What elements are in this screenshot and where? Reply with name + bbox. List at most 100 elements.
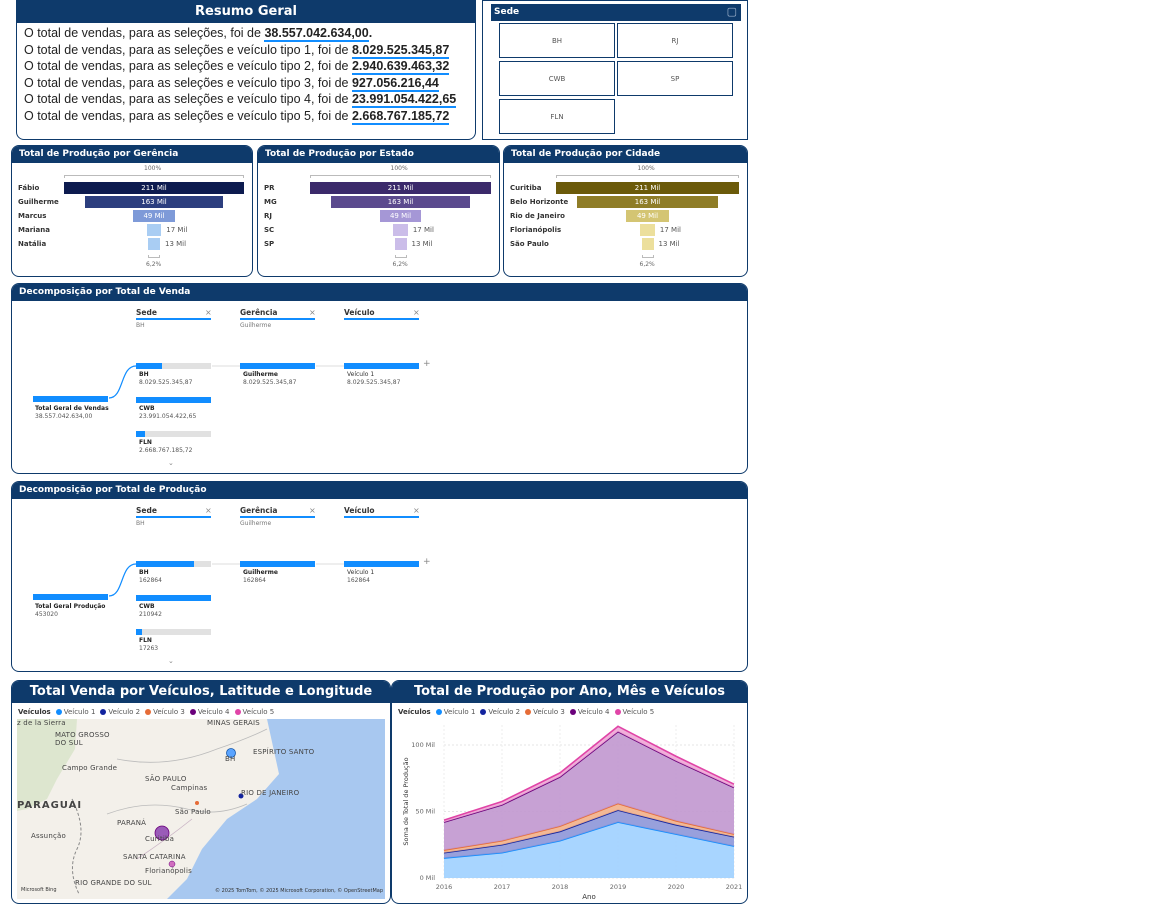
funnel-bar[interactable] (641, 238, 654, 250)
funnel-category-label: SC (264, 226, 275, 234)
decomp-root-value: 38.557.042.634,00 (35, 413, 93, 420)
funnel-bar[interactable] (146, 224, 162, 236)
decomp-node-fill (136, 561, 195, 567)
decomp-node-label: CWB (139, 603, 155, 610)
clear-filter-icon[interactable]: ▢ (727, 5, 737, 18)
connector-line (108, 563, 137, 597)
funnel-category-label: SP (264, 240, 275, 248)
map-legend: Veículos Veículo 1 Veículo 2 Veículo 3 Veícu… (18, 708, 274, 716)
add-level-icon[interactable]: + (423, 359, 431, 369)
bubble-sp[interactable] (195, 801, 199, 805)
legend-item[interactable]: Veículo 3 (153, 708, 185, 716)
decomp-root-fill (33, 396, 108, 402)
funnel-bar[interactable]: 211 Mil (64, 182, 244, 194)
decomp-node-bar[interactable] (136, 561, 211, 567)
funnel-top-pct: 100% (637, 165, 655, 172)
funnel-bar[interactable] (394, 238, 407, 250)
funnel-bar[interactable]: 211 Mil (556, 182, 739, 194)
summary-title: Resumo Geral (17, 1, 475, 23)
funnel-bar[interactable]: 163 Mil (576, 196, 719, 208)
decomp-node-label: FLN (139, 637, 152, 644)
sede-option-label: SP (670, 74, 680, 83)
decomp-root-bar[interactable] (33, 396, 108, 402)
map-place-label: Campinas (171, 784, 208, 792)
legend-item[interactable]: Veículo 2 (108, 708, 140, 716)
funnel-bar-value: 49 Mil (143, 212, 165, 220)
sede-slicer-header: Sede ▢ (491, 4, 741, 21)
funnel-bar-value: 211 Mil (387, 184, 414, 192)
expand-more-icon[interactable]: ⌄ (168, 657, 174, 665)
x-tick-label: 2018 (552, 883, 569, 891)
legend-item[interactable]: Veículo 5 (243, 708, 275, 716)
decomp-node-fill (136, 397, 211, 403)
area-chart-card: Total de Produção por Ano, Mês e Veículo… (391, 680, 748, 904)
map-place-label: BH (225, 755, 236, 763)
funnel-top-bracket (310, 175, 491, 178)
legend-dot-icon (100, 709, 107, 715)
decomp-node-bar[interactable] (136, 629, 211, 635)
decomp-node-bar[interactable] (344, 363, 419, 369)
map-canvas[interactable]: z de la Sierra MATO GROSSO DO SUL MINAS GE… (17, 719, 385, 899)
x-tick-label: 2019 (610, 883, 627, 891)
funnel-gerencia: Total de Produção por Gerência 100% Fábio 2… (11, 145, 253, 277)
area-chart-title: Total de Produção por Ano, Mês e Veículo… (392, 681, 747, 703)
funnel-bar[interactable] (148, 238, 160, 250)
funnel-bar[interactable]: 49 Mil (626, 210, 669, 222)
funnel-top-bracket (64, 175, 244, 178)
decomp-node-bar[interactable] (136, 397, 211, 403)
map-place-label: RIO DE JANEIRO (241, 789, 300, 797)
add-level-icon[interactable]: + (423, 557, 431, 567)
decomp-node-value: 17263 (139, 645, 159, 652)
decomp-node-bar[interactable] (136, 431, 211, 437)
sede-slicer: Sede ▢ BH RJ CWB SP FLN (482, 0, 748, 140)
funnel-bar[interactable]: 163 Mil (84, 196, 224, 208)
summary-line: O total de vendas, para as seleções e ve… (24, 108, 475, 125)
connector-line (108, 365, 137, 399)
decomp-node-fill (136, 431, 145, 437)
area-chart-svg[interactable]: 0 Mil 50 Mil 100 Mil 2016 2017 2018 2019 2020 20… (392, 715, 747, 904)
decomp-node-label: Guilherme (243, 569, 278, 576)
x-tick-label: 2016 (436, 883, 453, 891)
summary-line-value: 38.557.042.634,00 (264, 26, 369, 42)
map-title: Total Venda por Veículos, Latitude e Lon… (12, 681, 390, 703)
decomp-node-bar[interactable] (344, 561, 419, 567)
decomp-node-bar[interactable] (240, 363, 315, 369)
sede-option-rj[interactable]: RJ (617, 23, 733, 58)
summary-line: O total de vendas, para as seleções, foi… (24, 25, 475, 42)
funnel-title: Total de Produção por Cidade (504, 146, 747, 163)
funnel-bar[interactable]: 163 Mil (330, 196, 471, 208)
funnel-bottom-bracket (394, 255, 407, 258)
sede-option-cwb[interactable]: CWB (499, 61, 615, 96)
summary-line-text: O total de vendas, para as seleções e ve… (24, 92, 352, 107)
decomp-node-bar[interactable] (240, 561, 315, 567)
expand-more-icon[interactable]: ⌄ (168, 459, 174, 467)
decomp-node-bar[interactable] (136, 595, 211, 601)
legend-item[interactable]: Veículo 1 (64, 708, 96, 716)
funnel-bar-value: 163 Mil (141, 198, 167, 206)
funnel-bar-value: 17 Mil (166, 226, 188, 234)
decomp-node-label: Veículo 1 (347, 371, 375, 378)
decomp-root-bar[interactable] (33, 594, 108, 600)
decomp-node-bar[interactable] (136, 363, 211, 369)
decomp-node-value: 210942 (139, 611, 162, 618)
funnel-bar[interactable] (640, 224, 655, 236)
decomp-node-fill (136, 363, 163, 369)
summary-line-text: O total de vendas, para as seleções e ve… (24, 75, 352, 90)
funnel-bar[interactable]: 211 Mil (310, 182, 491, 194)
funnel-bottom-pct: 6,2% (639, 261, 655, 268)
funnel-bar-value: 13 Mil (658, 240, 680, 248)
funnel-bar[interactable]: 49 Mil (379, 210, 422, 222)
funnel-bar[interactable] (393, 224, 408, 236)
summary-line-value: 2.668.767.185,72 (351, 108, 450, 125)
sede-option-fln[interactable]: FLN (499, 99, 615, 134)
map-place-label: z de la Sierra (17, 719, 66, 727)
funnel-category-label: PR (264, 184, 275, 192)
decomp-node-value: 162864 (139, 577, 162, 584)
sede-option-sp[interactable]: SP (617, 61, 733, 96)
legend-item[interactable]: Veículo 4 (198, 708, 230, 716)
sede-option-bh[interactable]: BH (499, 23, 615, 58)
funnel-bar[interactable]: 49 Mil (133, 210, 175, 222)
road-line (116, 728, 268, 763)
funnel-top-bracket (556, 175, 739, 178)
x-axis-label: Ano (582, 893, 596, 901)
